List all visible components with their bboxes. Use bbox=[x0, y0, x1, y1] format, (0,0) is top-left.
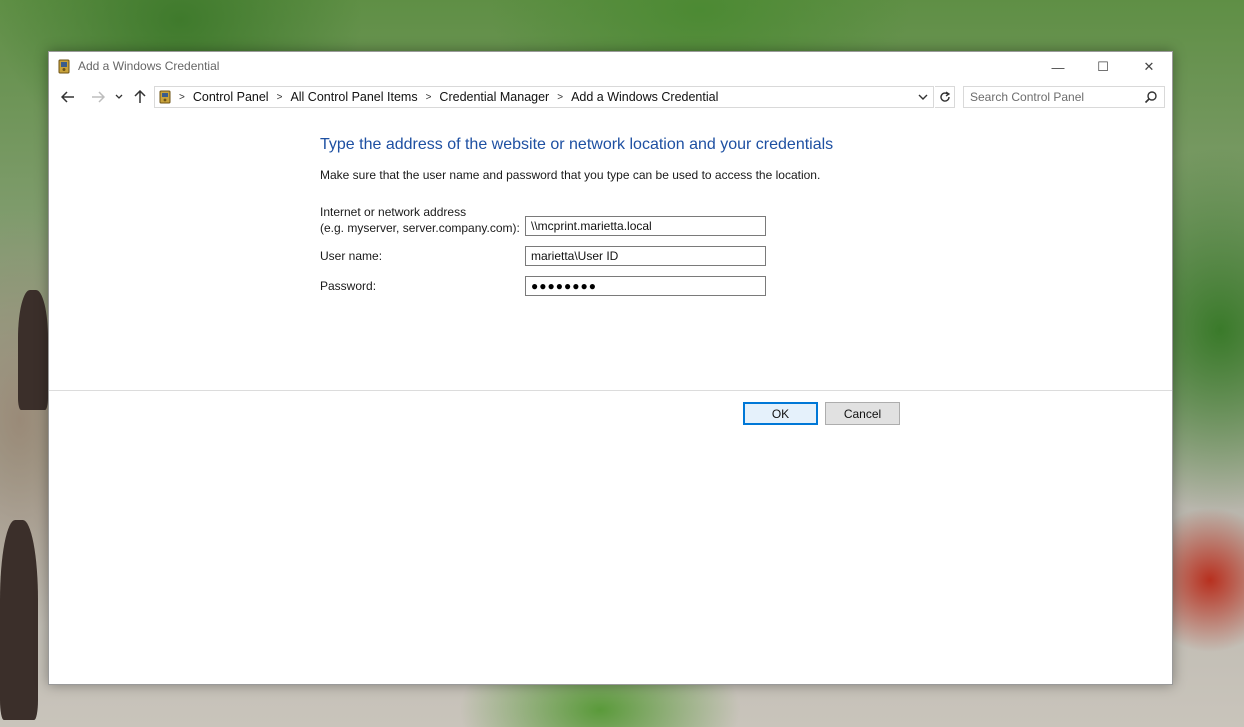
navigation-bar: > Control Panel > All Control Panel Item… bbox=[49, 84, 1172, 110]
breadcrumb-add-credential[interactable]: Add a Windows Credential bbox=[571, 90, 718, 104]
forward-arrow-icon bbox=[92, 91, 105, 103]
back-button[interactable] bbox=[57, 86, 79, 108]
password-label: Password: bbox=[320, 279, 377, 293]
ok-button[interactable]: OK bbox=[743, 402, 818, 425]
breadcrumb-separator: > bbox=[557, 91, 564, 103]
up-arrow-icon bbox=[134, 90, 146, 103]
section-divider bbox=[49, 390, 1172, 391]
title-bar: Add a Windows Credential — ☐ ✕ bbox=[49, 52, 1172, 82]
page-heading: Type the address of the website or netwo… bbox=[320, 136, 834, 153]
minimize-icon: — bbox=[1051, 59, 1065, 75]
breadcrumb-separator: > bbox=[179, 91, 185, 103]
search-box[interactable] bbox=[963, 86, 1165, 108]
cancel-button[interactable]: Cancel bbox=[825, 402, 900, 425]
up-button[interactable] bbox=[129, 86, 151, 108]
recent-locations-button[interactable] bbox=[111, 86, 127, 108]
forward-button[interactable] bbox=[87, 86, 109, 108]
page-instructions: Make sure that the user name and passwor… bbox=[320, 168, 821, 182]
back-arrow-icon bbox=[61, 91, 74, 103]
window-title: Add a Windows Credential bbox=[78, 59, 220, 73]
chevron-down-icon bbox=[115, 94, 123, 99]
address-bar[interactable]: > Control Panel > All Control Panel Item… bbox=[154, 86, 934, 108]
control-panel-icon bbox=[159, 90, 171, 104]
chevron-down-icon bbox=[918, 94, 928, 100]
search-icon[interactable] bbox=[1144, 90, 1158, 104]
username-label: User name: bbox=[320, 249, 383, 263]
username-field[interactable] bbox=[525, 246, 766, 266]
breadcrumb-separator: > bbox=[425, 91, 432, 103]
minimize-button[interactable]: — bbox=[1035, 52, 1081, 82]
address-label-line2: (e.g. myserver, server.company.com): bbox=[320, 221, 520, 235]
close-button[interactable]: ✕ bbox=[1126, 52, 1172, 82]
refresh-icon bbox=[939, 91, 950, 102]
maximize-icon: ☐ bbox=[1097, 59, 1109, 74]
search-input[interactable] bbox=[964, 87, 1134, 107]
background-person bbox=[0, 520, 38, 720]
breadcrumb-credential-manager[interactable]: Credential Manager bbox=[439, 90, 549, 104]
breadcrumb-all-items[interactable]: All Control Panel Items bbox=[290, 90, 417, 104]
close-icon: ✕ bbox=[1143, 59, 1155, 74]
network-address-field[interactable] bbox=[525, 216, 766, 236]
address-dropdown-button[interactable] bbox=[915, 89, 931, 105]
credential-window: Add a Windows Credential — ☐ ✕ > Control… bbox=[48, 51, 1173, 685]
address-label: Internet or network address (e.g. myserv… bbox=[320, 204, 520, 236]
breadcrumb-separator: > bbox=[276, 91, 283, 103]
credential-manager-icon bbox=[58, 59, 70, 74]
maximize-button[interactable]: ☐ bbox=[1080, 52, 1126, 82]
refresh-button[interactable] bbox=[935, 86, 955, 108]
address-label-line1: Internet or network address bbox=[320, 205, 467, 219]
background-person bbox=[18, 290, 48, 410]
password-field[interactable]: ●●●●●●●● bbox=[525, 276, 766, 296]
breadcrumb-control-panel[interactable]: Control Panel bbox=[193, 90, 269, 104]
